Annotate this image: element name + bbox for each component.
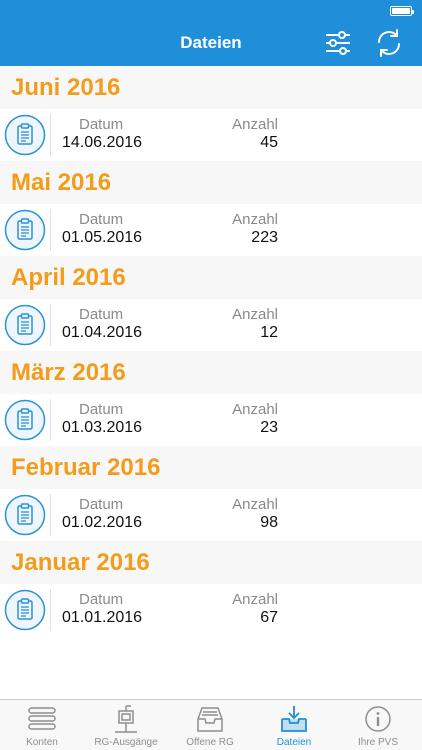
section-title: Mai 2016 [11,168,112,196]
section-header: Februar 2016 [0,446,422,489]
section-header: Januar 2016 [0,541,422,584]
tab-label: Offene RG [186,737,234,748]
anzahl-label: Anzahl [232,116,278,133]
tab-offene-rg[interactable]: Offene RG [168,700,252,750]
section-header: März 2016 [0,351,422,394]
row-divider [50,209,51,251]
tab-konten[interactable]: Konten [0,700,84,750]
battery-icon [390,6,414,16]
tab-ihre-pvs[interactable]: Ihre PVS [336,700,420,750]
clipboard-icon [4,494,46,536]
datum-label: Datum [79,211,124,228]
anzahl-label: Anzahl [232,306,278,323]
filter-button[interactable] [322,28,354,58]
datum-value: 01.02.2016 [62,514,143,531]
section-title: März 2016 [11,358,126,386]
row-divider [50,114,51,156]
row-divider [50,304,51,346]
tab-bar: Konten RG-Ausgänge Offene RG Dateien Ihr… [0,699,422,750]
anzahl-value: 223 [251,229,278,246]
row-divider [50,494,51,536]
anzahl-value: 12 [260,324,278,341]
page-title: Dateien [180,33,242,52]
refresh-button[interactable] [373,28,405,58]
file-row[interactable]: Datum 01.05.2016 Anzahl 223 [0,204,422,256]
stack-icon [28,707,56,730]
datum-label: Datum [79,306,124,323]
tab-label: RG-Ausgänge [94,737,158,748]
clipboard-icon [4,114,46,156]
section-title: Januar 2016 [11,548,150,576]
datum-value: 01.03.2016 [62,419,143,436]
section-header: Juni 2016 [0,66,422,109]
file-row[interactable]: Datum 01.03.2016 Anzahl 23 [0,394,422,446]
navigation-bar: Dateien [0,20,422,66]
datum-label: Datum [79,401,124,418]
tab-label: Konten [26,737,58,748]
datum-label: Datum [79,116,124,133]
section-title: April 2016 [11,263,126,291]
tab-rg-ausgaenge[interactable]: RG-Ausgänge [84,700,168,750]
datum-value: 01.04.2016 [62,324,143,341]
status-bar [0,0,422,20]
tab-dateien[interactable]: Dateien [252,700,336,750]
anzahl-label: Anzahl [232,591,278,608]
refresh-icon [378,29,400,57]
sliders-icon [326,31,350,55]
download-tray-icon [281,706,307,732]
datum-value: 01.05.2016 [62,229,143,246]
anzahl-value: 45 [260,134,278,151]
datum-value: 14.06.2016 [62,134,143,151]
tray-icon [197,707,223,732]
section-title: Juni 2016 [11,73,121,101]
anzahl-value: 67 [260,609,278,626]
anzahl-value: 23 [260,419,278,436]
clipboard-icon [4,589,46,631]
datum-value: 01.01.2016 [62,609,143,626]
clipboard-icon [4,209,46,251]
row-divider [50,399,51,441]
file-row[interactable]: Datum 01.04.2016 Anzahl 12 [0,299,422,351]
tab-label: Ihre PVS [357,737,399,748]
section-header: April 2016 [0,256,422,299]
section-title: Februar 2016 [11,453,161,481]
row-divider [50,589,51,631]
datum-label: Datum [79,496,124,513]
clipboard-icon [4,399,46,441]
anzahl-label: Anzahl [232,496,278,513]
clipboard-icon [4,304,46,346]
file-row[interactable]: Datum 01.01.2016 Anzahl 67 [0,584,422,636]
anzahl-label: Anzahl [232,211,278,228]
file-row[interactable]: Datum 01.02.2016 Anzahl 98 [0,489,422,541]
file-row[interactable]: Datum 14.06.2016 Anzahl 45 [0,109,422,161]
section-header: Mai 2016 [0,161,422,204]
anzahl-value: 98 [260,514,278,531]
anzahl-label: Anzahl [232,401,278,418]
files-list: Juni 2016 Datum 14.06.2016 Anzahl 45 Mai 2016… [0,66,422,699]
datum-label: Datum [79,591,124,608]
tab-label: Dateien [276,737,312,748]
info-icon [365,706,391,732]
mailbox-icon [115,705,137,733]
